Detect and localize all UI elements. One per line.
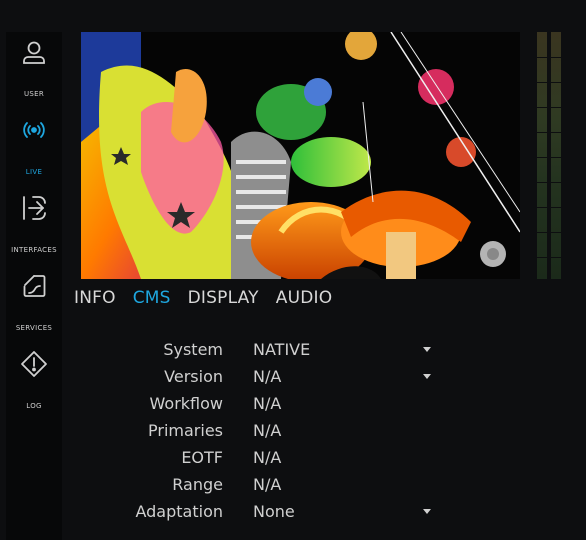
user-icon <box>20 38 48 70</box>
sidebar-item-services-label: SERVICES <box>15 324 53 332</box>
tab-cms[interactable]: CMS <box>133 288 171 308</box>
tab-bar: INFO CMS DISPLAY AUDIO <box>74 288 332 308</box>
range-row: Range N/A <box>0 471 586 498</box>
tab-display[interactable]: DISPLAY <box>188 288 259 308</box>
eotf-label: EOTF <box>181 448 223 467</box>
sidebar-item-user[interactable]: USER <box>6 38 62 108</box>
audio-meter-right <box>551 32 561 279</box>
adaptation-label: Adaptation <box>135 502 223 521</box>
version-select[interactable]: N/A <box>253 363 443 390</box>
sidebar-item-user-label: USER <box>23 90 45 98</box>
audio-meters <box>537 32 561 279</box>
version-label: Version <box>164 367 223 386</box>
tab-audio[interactable]: AUDIO <box>276 288 333 308</box>
adaptation-select[interactable]: None <box>253 498 443 525</box>
chevron-down-icon <box>423 374 431 379</box>
primaries-value: N/A <box>253 421 282 440</box>
video-preview <box>81 32 520 279</box>
adaptation-value: None <box>253 502 295 521</box>
adaptation-row: Adaptation None <box>0 498 586 525</box>
services-icon <box>20 272 48 304</box>
sidebar-item-live[interactable]: LIVE <box>6 116 62 186</box>
system-row: System NATIVE <box>0 336 586 363</box>
system-value: NATIVE <box>253 340 311 359</box>
eotf-value: N/A <box>253 448 282 467</box>
workflow-label: Workflow <box>149 394 223 413</box>
chevron-down-icon <box>423 347 431 352</box>
live-broadcast-icon <box>20 116 48 148</box>
chevron-down-icon <box>423 509 431 514</box>
preview-image <box>81 32 520 279</box>
sidebar-item-interfaces-label: INTERFACES <box>11 246 57 254</box>
interfaces-icon <box>20 194 48 226</box>
sidebar-item-live-label: LIVE <box>25 168 43 176</box>
eotf-row: EOTF N/A <box>0 444 586 471</box>
workflow-row: Workflow N/A <box>0 390 586 417</box>
tab-info[interactable]: INFO <box>74 288 116 308</box>
version-row: Version N/A <box>0 363 586 390</box>
workflow-value: N/A <box>253 394 282 413</box>
version-value: N/A <box>253 367 282 386</box>
system-label: System <box>163 340 223 359</box>
range-label: Range <box>172 475 223 494</box>
sidebar-item-services[interactable]: SERVICES <box>6 272 62 342</box>
sidebar-item-interfaces[interactable]: INTERFACES <box>6 194 62 264</box>
range-value: N/A <box>253 475 282 494</box>
system-select[interactable]: NATIVE <box>253 336 443 363</box>
primaries-row: Primaries N/A <box>0 417 586 444</box>
audio-meter-left <box>537 32 547 279</box>
primaries-label: Primaries <box>148 421 223 440</box>
